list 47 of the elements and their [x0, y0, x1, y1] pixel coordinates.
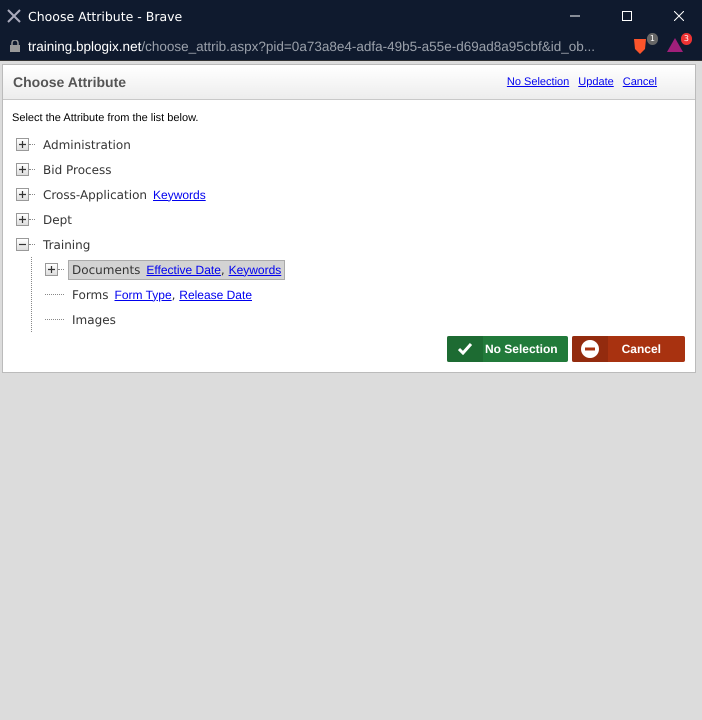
- attribute-link[interactable]: Keywords: [153, 188, 206, 202]
- instruction-text: Select the Attribute from the list below.: [12, 112, 200, 124]
- maximize-icon[interactable]: [622, 11, 632, 21]
- check-icon: [446, 336, 483, 362]
- tree-node[interactable]: Documents Effective Date, Keywords: [68, 260, 286, 280]
- count-badge: 3: [680, 33, 692, 45]
- separator: ,: [172, 288, 176, 302]
- tree-node[interactable]: Images: [68, 310, 120, 330]
- tree-node[interactable]: Forms Form Type, Release Date: [68, 284, 256, 304]
- triangle-icon[interactable]: [666, 37, 684, 53]
- node-label[interactable]: Cross-Application: [43, 188, 148, 202]
- node-label[interactable]: Dept: [43, 212, 72, 226]
- dialog-title: Choose Attribute: [13, 74, 128, 90]
- collapse-icon[interactable]: [16, 238, 29, 251]
- expand-icon[interactable]: [45, 263, 58, 276]
- tree-node[interactable]: Dept: [39, 210, 76, 230]
- attribute-link[interactable]: Release Date: [179, 288, 252, 302]
- shield-icon[interactable]: [632, 37, 648, 55]
- node-label[interactable]: Training: [43, 238, 90, 252]
- tree-node[interactable]: Cross-Application Keywords: [39, 184, 210, 204]
- close-icon[interactable]: [674, 11, 684, 21]
- tree-node[interactable]: Bid Process: [39, 160, 116, 180]
- node-label[interactable]: Bid Process: [43, 162, 112, 176]
- attribute-link[interactable]: Effective Date: [146, 262, 221, 276]
- node-label[interactable]: Forms: [72, 288, 108, 302]
- expand-icon[interactable]: [16, 213, 29, 226]
- header-link[interactable]: Update: [578, 76, 614, 88]
- expand-icon[interactable]: [16, 188, 29, 201]
- tree-node[interactable]: Training: [39, 234, 94, 254]
- node-label[interactable]: Administration: [43, 138, 131, 152]
- header-link[interactable]: No Selection: [506, 76, 570, 88]
- header-link[interactable]: Cancel: [622, 76, 657, 88]
- expand-icon[interactable]: [16, 163, 29, 176]
- expand-icon[interactable]: [16, 138, 29, 151]
- node-label[interactable]: Images: [72, 312, 116, 326]
- count-badge: 1: [646, 33, 658, 45]
- dialog-button[interactable]: No Selection: [446, 336, 568, 362]
- attribute-link[interactable]: Form Type: [114, 288, 172, 302]
- browser-icon: [6, 8, 22, 24]
- separator: ,: [220, 262, 226, 276]
- node-label[interactable]: Documents: [72, 262, 140, 276]
- attribute-link[interactable]: Keywords: [228, 262, 282, 276]
- window-title: Choose Attribute - Brave: [28, 8, 184, 24]
- tree-node[interactable]: Administration: [39, 134, 135, 154]
- dialog-button[interactable]: Cancel: [572, 336, 685, 362]
- address-field[interactable]: training.bplogix.net/choose_attrib.aspx?pid=0a73a8e4-adfa-49b5-a55e-d69ad8a95cbf&id_ob...: [28, 38, 624, 54]
- lock-icon: [10, 40, 20, 52]
